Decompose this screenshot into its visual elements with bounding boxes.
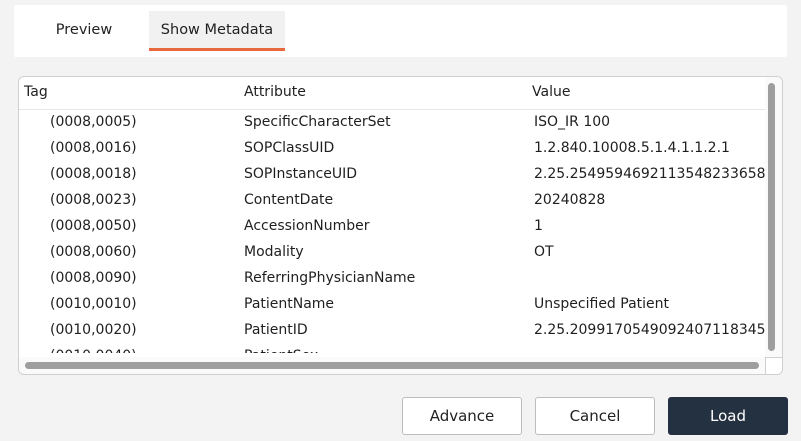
cell-tag: (0008,0050): [50, 218, 137, 234]
cell-value: 1.2.840.10008.5.1.4.1.1.2.1: [534, 140, 730, 156]
cell-value: Unspecified Patient: [534, 296, 670, 312]
table-row[interactable]: (0008,0090) ReferringPhysicianName: [19, 266, 765, 292]
tab-preview[interactable]: Preview: [44, 11, 124, 49]
cancel-button[interactable]: Cancel: [535, 397, 655, 435]
cell-value: 2.25.25495946921135482336583: [534, 166, 765, 182]
tab-show-metadata[interactable]: Show Metadata: [149, 11, 285, 51]
cell-value: 1: [534, 218, 543, 234]
cell-attribute: PatientSex: [244, 348, 524, 353]
column-header-attribute[interactable]: Attribute: [244, 84, 306, 100]
cell-value: 20240828: [534, 192, 606, 208]
advance-button[interactable]: Advance: [402, 397, 522, 435]
table-row[interactable]: (0008,0060) Modality OT: [19, 240, 765, 266]
table-row[interactable]: (0010,0020) PatientID 2.25.209917054909240…: [19, 318, 765, 344]
cell-value: OT: [534, 244, 554, 260]
cell-attribute: ReferringPhysicianName: [244, 270, 416, 286]
metadata-table: Tag Attribute Value (0008,0005) SpecificC…: [18, 76, 783, 375]
cell-value: ISO_IR 100: [534, 114, 611, 130]
cell-value: 2.25.2099170549092407118345414: [534, 322, 765, 338]
cell-tag: (0010,0010): [50, 296, 137, 312]
table-row[interactable]: (0008,0016) SOPClassUID 1.2.840.10008.5.1.…: [19, 136, 765, 162]
cell-attribute: Modality: [244, 244, 304, 260]
table-row[interactable]: (0008,0005) SpecificCharacterSet ISO_IR 10…: [19, 110, 765, 136]
column-header-tag[interactable]: Tag: [24, 84, 48, 100]
table-row[interactable]: (0008,0018) SOPInstanceUID 2.25.2549594692…: [19, 162, 765, 188]
cell-tag: (0010,0020): [50, 322, 137, 338]
cell-attribute: SpecificCharacterSet: [244, 114, 391, 130]
tab-bar: Preview Show Metadata: [14, 5, 787, 57]
cell-tag: (0010,0040): [50, 348, 240, 353]
cell-tag: (0008,0005): [50, 114, 137, 130]
cell-tag: (0008,0060): [50, 244, 137, 260]
cell-attribute: PatientID: [244, 322, 308, 338]
table-header: Tag Attribute Value: [19, 77, 765, 110]
cell-attribute: AccessionNumber: [244, 218, 370, 234]
cell-tag: (0008,0090): [50, 270, 137, 286]
cell-attribute: ContentDate: [244, 192, 334, 208]
scroll-corner: [765, 357, 782, 374]
column-header-value[interactable]: Value: [532, 84, 570, 100]
vertical-scrollbar[interactable]: [765, 77, 782, 357]
table-row[interactable]: (0010,0010) PatientName Unspecified Patien…: [19, 292, 765, 318]
cell-tag: (0008,0018): [50, 166, 137, 182]
cell-attribute: SOPInstanceUID: [244, 166, 358, 182]
load-button[interactable]: Load: [668, 397, 788, 435]
horizontal-scroll-thumb[interactable]: [25, 362, 759, 369]
horizontal-scrollbar[interactable]: [19, 357, 765, 374]
cell-attribute: PatientName: [244, 296, 335, 312]
table-row[interactable]: (0008,0023) ContentDate 20240828: [19, 188, 765, 214]
cell-tag: (0008,0023): [50, 192, 137, 208]
vertical-scroll-thumb[interactable]: [768, 83, 775, 351]
table-row[interactable]: (0008,0050) AccessionNumber 1: [19, 214, 765, 240]
table-body: (0008,0005) SpecificCharacterSet ISO_IR 10…: [19, 110, 765, 353]
cell-tag: (0008,0016): [50, 140, 137, 156]
cell-attribute: SOPClassUID: [244, 140, 335, 156]
table-row[interactable]: (0010,0040) PatientSex: [19, 344, 765, 353]
